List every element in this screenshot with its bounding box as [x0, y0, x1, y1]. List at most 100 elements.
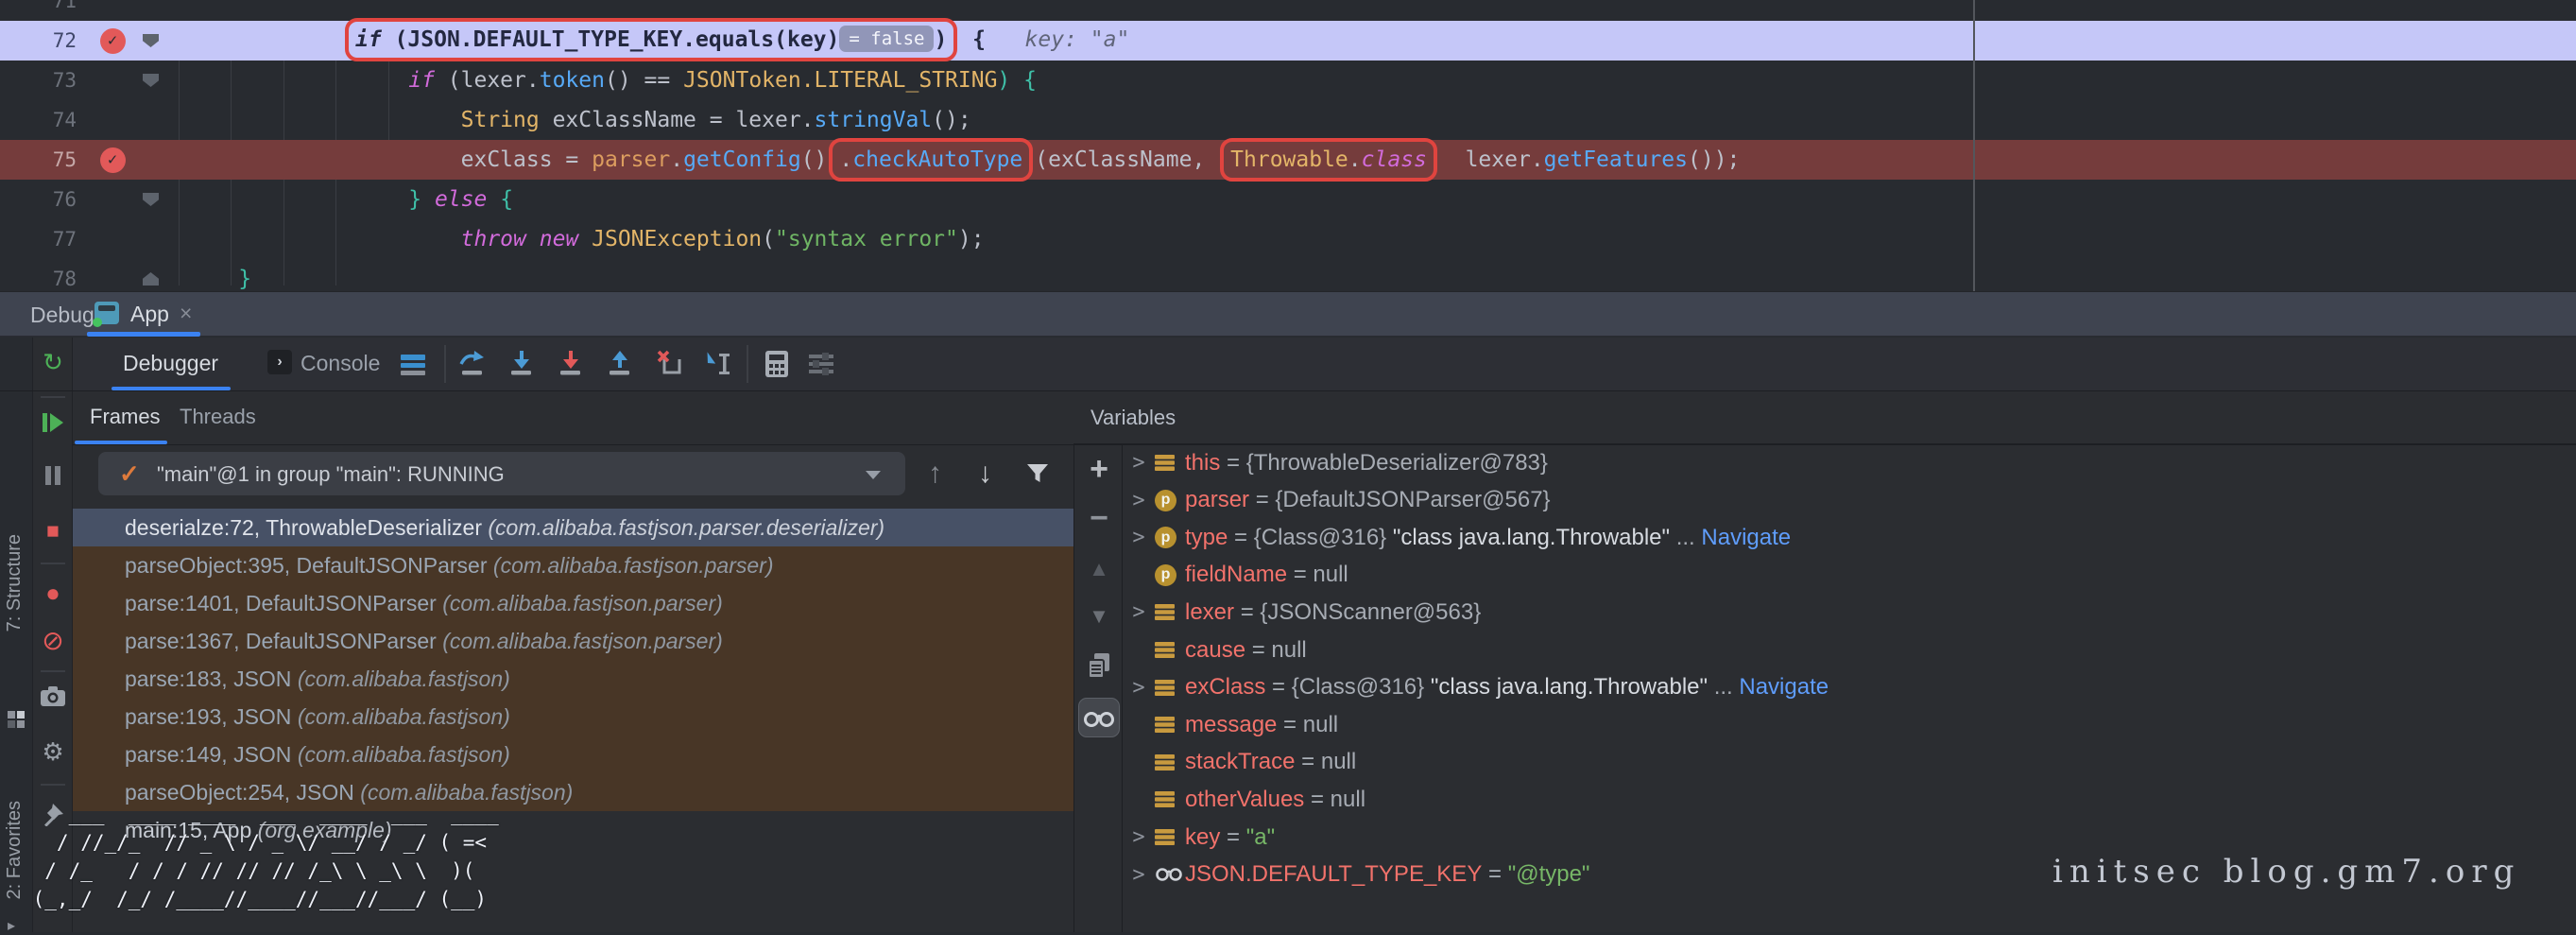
gutter-fold-area[interactable]	[135, 34, 173, 47]
add-watch-icon[interactable]: +	[1074, 450, 1124, 488]
move-up-icon[interactable]: ▲	[1074, 550, 1124, 588]
variable-value: "a"	[1246, 824, 1275, 851]
breakpoint-check-icon[interactable]: ✓	[100, 147, 126, 173]
step-over-icon[interactable]	[456, 348, 489, 380]
copy-icon[interactable]	[1074, 647, 1124, 684]
chevron-right-icon[interactable]: >	[1123, 451, 1155, 475]
code-token: lexer.	[1439, 147, 1544, 172]
evaluate-calculator-icon[interactable]	[761, 348, 793, 380]
structure-icon	[8, 711, 25, 728]
code-token: if	[408, 68, 448, 93]
variable-row[interactable]: >lexer = {JSONScanner@563}	[1123, 594, 2576, 631]
separator	[41, 784, 65, 786]
variable-row[interactable]: otherValues = null	[1123, 781, 2576, 818]
filter-funnel-icon[interactable]	[1025, 461, 1050, 486]
variable-row[interactable]: stackTrace = null	[1123, 744, 2576, 781]
tab-threads[interactable]: Threads	[180, 405, 256, 429]
variable-row[interactable]: pfieldName = null	[1123, 557, 2576, 594]
frame-row[interactable]: parse:1367, DefaultJSONParser (com.aliba…	[73, 622, 1073, 660]
force-step-into-icon[interactable]	[555, 348, 587, 380]
variable-row[interactable]: >ptype = {Class@316} "class java.lang.Th…	[1123, 519, 2576, 556]
field-icon	[1155, 789, 1185, 809]
line-number: 78	[0, 268, 90, 290]
fold-arrow-icon[interactable]	[143, 193, 159, 206]
gutter-fold-area[interactable]	[135, 193, 173, 206]
code-text: if (JSON.DEFAULT_TYPE_KEY.equals(key)= f…	[173, 27, 2576, 54]
debug-session-tab[interactable]: App	[130, 302, 169, 327]
debugger-toolbar: Debugger › Console	[0, 338, 2576, 391]
chevron-right-icon[interactable]: >	[1123, 676, 1155, 700]
tab-console[interactable]: Console	[301, 351, 380, 376]
frame-row[interactable]: parse:149, JSON (com.alibaba.fastjson)	[73, 736, 1073, 773]
code-token: exClassName = lexer.	[553, 108, 815, 132]
chevron-right-icon[interactable]: >	[1123, 825, 1155, 849]
variable-row[interactable]: >exClass = {Class@316} "class java.lang.…	[1123, 669, 2576, 706]
equals-sign: =	[1304, 787, 1330, 813]
frame-row[interactable]: parseObject:395, DefaultJSONParser (com.…	[73, 546, 1073, 584]
gutter-breakpoint-area[interactable]: ✓	[90, 147, 135, 173]
variable-row[interactable]: message = null	[1123, 706, 2576, 743]
variable-row[interactable]: cause = null	[1123, 632, 2576, 668]
chevron-right-icon[interactable]: >	[1123, 863, 1155, 887]
fold-arrow-icon[interactable]	[143, 74, 159, 87]
fold-arrow-icon[interactable]	[143, 34, 159, 47]
right-margin-guide	[1973, 0, 1975, 291]
variable-row[interactable]: >pparser = {DefaultJSONParser@567}	[1123, 482, 2576, 519]
chevron-right-icon[interactable]: >	[1123, 600, 1155, 624]
view-breakpoints-icon[interactable]: ●	[33, 576, 73, 610]
code-indent	[173, 187, 408, 212]
move-down-icon[interactable]: ▼	[1074, 597, 1124, 635]
run-to-cursor-icon[interactable]	[702, 348, 734, 380]
frame-row[interactable]: parse:183, JSON (com.alibaba.fastjson)	[73, 660, 1073, 698]
close-icon[interactable]: ×	[180, 301, 192, 326]
code-token: )	[934, 27, 947, 52]
breakpoint-check-icon[interactable]: ✓	[100, 28, 126, 54]
stripe-structure-button[interactable]: 7: Structure	[4, 534, 26, 632]
rerun-icon[interactable]: ↻	[33, 345, 73, 379]
frame-row[interactable]: deserialze:72, ThrowableDeserializer (co…	[73, 509, 1073, 546]
equals-sign: =	[1245, 637, 1271, 664]
frame-row[interactable]: parse:193, JSON (com.alibaba.fastjson)	[73, 698, 1073, 736]
up-arrow-icon[interactable]: ↑	[928, 458, 942, 490]
mute-breakpoints-icon[interactable]: ⊘	[33, 623, 73, 657]
code-token: Throwable	[1230, 147, 1348, 172]
tab-debugger[interactable]: Debugger	[123, 351, 218, 376]
code-indent	[173, 108, 461, 132]
thread-selector-dropdown[interactable]: ✓ "main"@1 in group "main": RUNNING	[98, 452, 905, 495]
stop-icon[interactable]: ■	[33, 513, 73, 547]
thread-dump-camera-icon[interactable]	[33, 680, 73, 714]
code-token: .	[1348, 147, 1362, 172]
variable-row[interactable]: >this = {ThrowableDeserializer@783}	[1123, 444, 2576, 481]
parameter-icon: p	[1155, 490, 1185, 511]
code-editor[interactable]: 7172✓ if (JSON.DEFAULT_TYPE_KEY.equals(k…	[0, 0, 2576, 291]
step-into-icon[interactable]	[506, 348, 538, 380]
glasses-watch-icon[interactable]	[1074, 700, 1124, 737]
frame-row[interactable]: parse:1401, DefaultJSONParser (com.aliba…	[73, 584, 1073, 622]
fold-arrow-icon[interactable]	[143, 272, 159, 286]
chevron-right-icon[interactable]: >	[1123, 489, 1155, 512]
code-text: if (lexer.token() == JSONToken.LITERAL_S…	[173, 68, 2576, 93]
chevron-right-icon[interactable]: >	[1123, 526, 1155, 549]
variable-value: {Class@316}	[1292, 674, 1431, 701]
resume-icon[interactable]	[33, 406, 73, 440]
remove-watch-icon[interactable]: −	[1074, 499, 1124, 537]
down-arrow-icon[interactable]: ↓	[978, 458, 992, 490]
step-out-icon[interactable]	[604, 348, 636, 380]
frame-package: (com.alibaba.fastjson)	[298, 704, 510, 730]
equals-sign: =	[1287, 562, 1313, 588]
layout-lines-icon[interactable]	[397, 348, 429, 380]
drop-frame-icon[interactable]	[653, 348, 685, 380]
gutter-breakpoint-area[interactable]: ✓	[90, 28, 135, 54]
frame-package: (com.alibaba.fastjson.parser)	[442, 629, 723, 654]
layout-settings-icon[interactable]	[805, 348, 837, 380]
gutter-fold-area[interactable]	[135, 272, 173, 286]
gutter-fold-area[interactable]	[135, 74, 173, 87]
variable-row[interactable]: >key = "a"	[1123, 819, 2576, 856]
frame-location: parseObject:395, DefaultJSONParser	[125, 553, 493, 579]
field-icon	[1155, 827, 1185, 847]
pause-icon[interactable]	[33, 459, 73, 493]
tab-frames[interactable]: Frames	[90, 405, 161, 429]
settings-gear-icon[interactable]: ⚙	[33, 735, 73, 769]
frame-location: parse:183, JSON	[125, 667, 298, 692]
frame-location: parse:149, JSON	[125, 742, 298, 768]
